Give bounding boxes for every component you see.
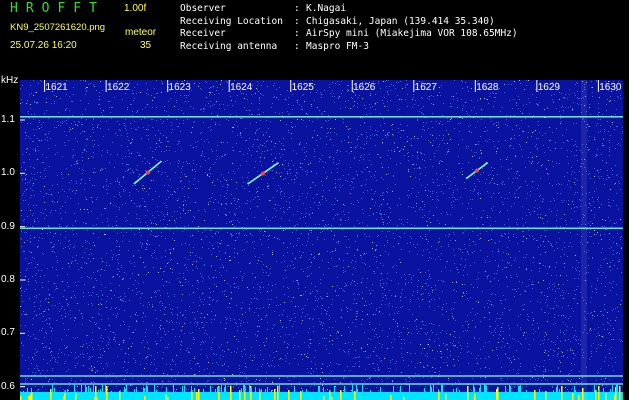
meteor-count: 35: [140, 40, 152, 51]
x-tick-label: 1627: [414, 82, 437, 93]
y-tick-label: 0.6: [1, 380, 15, 392]
info-key: Receiving antenna: [180, 40, 278, 52]
datetime-label: 25.07.26 16:20: [10, 40, 77, 51]
x-tick-label: 1630: [599, 82, 622, 93]
x-tick-label: 1629: [537, 82, 560, 93]
x-tick-label: 1621: [45, 82, 68, 93]
info-value: Chigasaki, Japan (139.414 35.340): [306, 15, 495, 27]
baseline-band: [20, 392, 623, 400]
version-label: 1.00f: [124, 3, 147, 14]
info-key: Receiving Location: [180, 15, 283, 27]
info-value: AirSpy mini (Miakejima VOR 108.65MHz): [306, 28, 518, 39]
x-tick-label: 1623: [168, 82, 191, 93]
y-tick-label: 0.7: [1, 327, 15, 339]
y-axis: 1.1 1.0 0.9 0.8 0.7 0.6: [0, 80, 20, 400]
meteor-trace-head: [145, 170, 150, 175]
meteor-label: meteor: [125, 27, 157, 38]
info-row-antenna: Receiving antenna: Maspro FM-3: [180, 40, 369, 52]
info-row-observer: Observer: K.Nagai: [180, 3, 347, 14]
x-tick-label: 1624: [230, 82, 253, 93]
info-key: Observer: [180, 3, 226, 14]
x-tick-label: 1625: [291, 82, 314, 93]
spectrogram-svg: [20, 80, 623, 400]
x-tick-label: 1622: [107, 82, 130, 93]
info-row-receiver: Receiver: AirSpy mini (Miakejima VOR 108…: [180, 28, 518, 39]
info-row-location: Receiving Location: Chigasaki, Japan (13…: [180, 15, 495, 27]
vertical-band: [581, 80, 587, 400]
spectrogram-plot: 1621 1622 1623 1624 1625 1626 1627 1628 1629 1630: [20, 80, 623, 400]
meteor-trace-head: [261, 171, 266, 176]
y-tick-label: 0.8: [1, 274, 15, 285]
info-key: Receiver: [180, 28, 226, 39]
y-tick-label: 1.0: [1, 167, 15, 179]
station-info: Observer: K.Nagai Receiving Location: Ch…: [180, 3, 518, 53]
meteor-trace-head: [474, 168, 479, 173]
y-tick-label: 1.1: [1, 114, 15, 125]
y-tick-label: 0.9: [1, 220, 15, 232]
info-value: Maspro FM-3: [306, 40, 369, 52]
header: HROFFT 1.00f KN9_2507261620.png meteor 2…: [0, 0, 629, 74]
app-title: HROFFT: [10, 1, 105, 16]
x-tick-label: 1626: [353, 82, 376, 93]
x-tick-label: 1628: [476, 82, 499, 93]
info-value: K.Nagai: [306, 3, 347, 14]
filename-label: KN9_2507261620.png: [10, 22, 106, 33]
